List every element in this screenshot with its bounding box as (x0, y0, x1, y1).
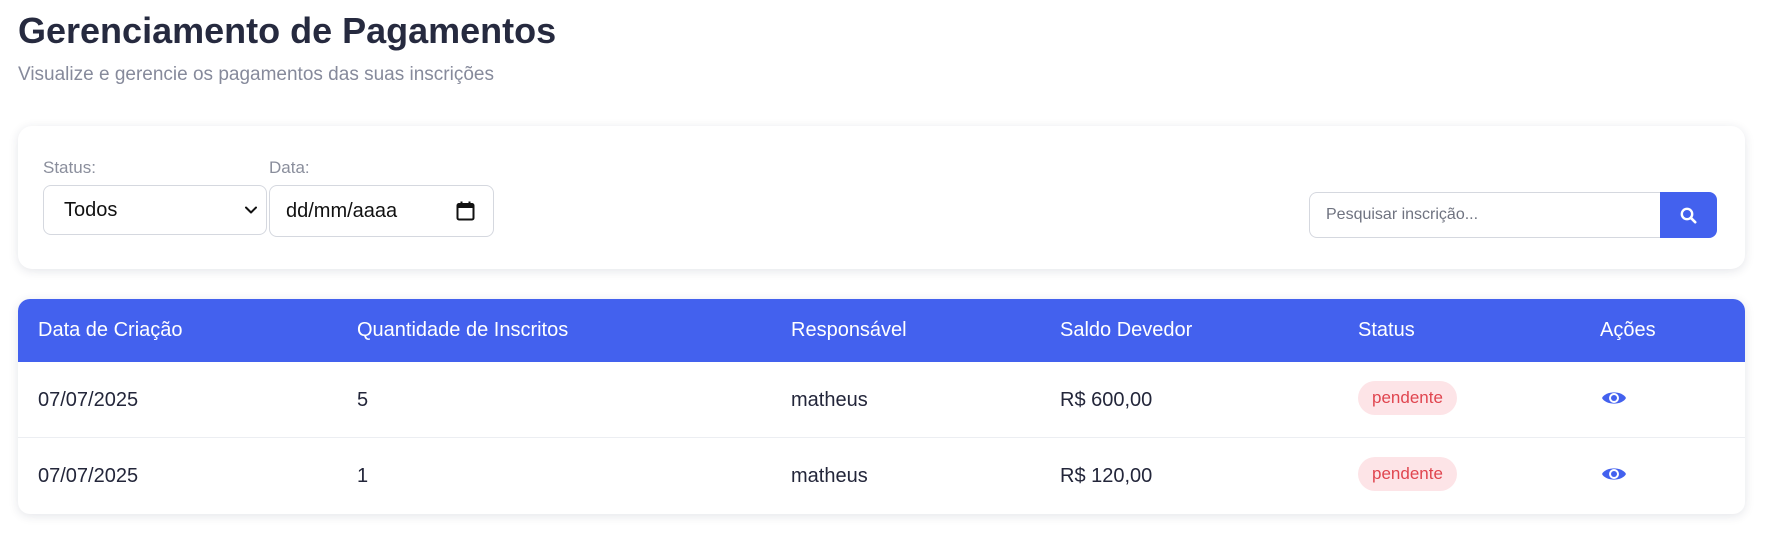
date-input-value: dd/mm/aaaa (286, 199, 398, 222)
created-date-cell: 07/07/2025 (38, 465, 139, 487)
column-header-created-date: Data de Criação (38, 319, 183, 341)
chevron-down-icon (245, 206, 257, 214)
date-filter-label: Data: (269, 158, 310, 177)
created-date-cell: 07/07/2025 (38, 389, 139, 411)
status-badge: pendente (1358, 457, 1457, 491)
search-icon (1680, 207, 1697, 223)
balance-cell: R$ 600,00 (1060, 389, 1153, 411)
status-select[interactable]: Todos (43, 185, 267, 235)
column-header-status: Status (1358, 319, 1415, 341)
responsible-cell: matheus (791, 389, 868, 411)
column-header-actions: Ações (1600, 319, 1656, 341)
page-subtitle: Visualize e gerencie os pagamentos das s… (18, 64, 494, 85)
table-row: 07/07/2025 1 matheus R$ 120,00 pendente (18, 438, 1745, 513)
date-input[interactable]: dd/mm/aaaa (269, 185, 494, 237)
quantity-cell: 5 (357, 389, 369, 411)
column-header-responsible: Responsável (791, 319, 907, 341)
table-header: Data de Criação Quantidade de Inscritos … (18, 299, 1745, 362)
payments-table: Data de Criação Quantidade de Inscritos … (18, 299, 1745, 514)
eye-icon (1602, 468, 1626, 480)
view-button[interactable] (1600, 385, 1628, 411)
calendar-icon[interactable] (456, 201, 475, 221)
view-button[interactable] (1600, 461, 1628, 487)
search-button[interactable] (1660, 192, 1717, 238)
balance-cell: R$ 120,00 (1060, 465, 1153, 487)
filter-card: Status: Todos Data: dd/mm/aaaa (18, 126, 1745, 269)
quantity-cell: 1 (357, 465, 369, 487)
page-title: Gerenciamento de Pagamentos (18, 10, 557, 51)
eye-icon (1602, 392, 1626, 404)
table-row: 07/07/2025 5 matheus R$ 600,00 pendente (18, 362, 1745, 438)
status-select-value: Todos (64, 198, 118, 221)
responsible-cell: matheus (791, 465, 868, 487)
column-header-balance: Saldo Devedor (1060, 319, 1193, 341)
column-header-quantity: Quantidade de Inscritos (357, 319, 569, 341)
status-badge: pendente (1358, 381, 1457, 415)
search-input[interactable] (1309, 192, 1661, 238)
status-filter-label: Status: (43, 158, 96, 177)
search-bar (1309, 192, 1717, 238)
payments-page: Gerenciamento de Pagamentos Visualize e … (0, 0, 1767, 551)
